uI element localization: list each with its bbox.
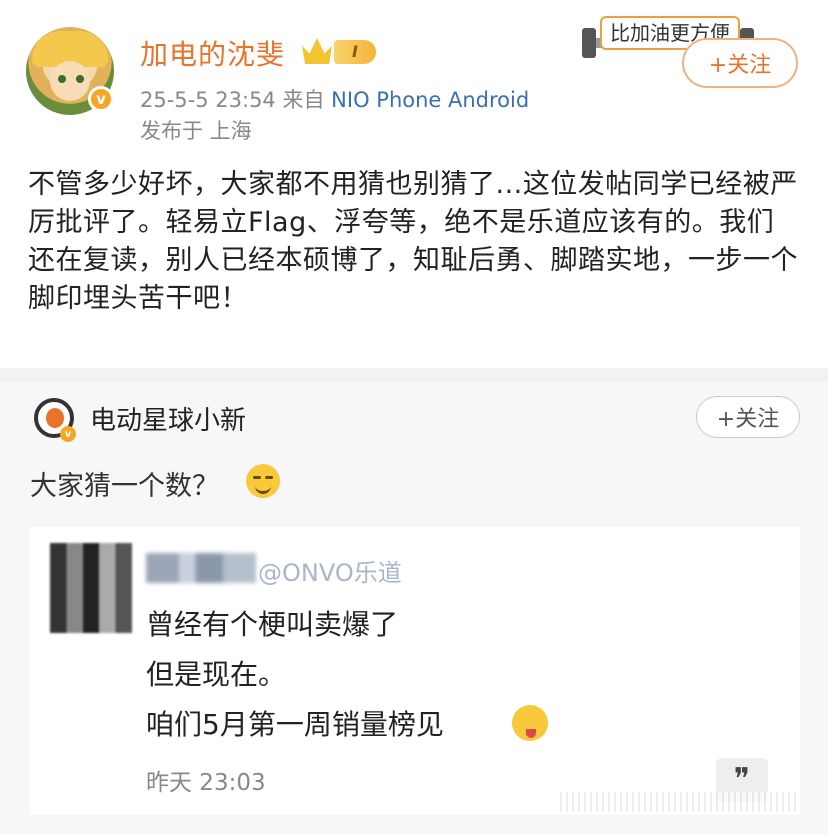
blurred-avatar — [50, 543, 132, 633]
repost-text: 大家猜一个数？ — [30, 471, 219, 502]
post-meta: 25-5-5 23:54 来自 NIO Phone Android — [140, 84, 529, 114]
post-body: 不管多少好坏，大家都不用猜也别猜了...这位发帖同学已经被严厉批评了。轻易立Fl… — [28, 169, 798, 314]
card-bottom-texture — [560, 792, 800, 812]
repost-follow-button[interactable]: +关注 — [696, 396, 800, 438]
emoji-mouth — [255, 484, 271, 494]
post-location: 发布于 上海 — [140, 119, 252, 143]
barbell-plate — [582, 28, 596, 58]
avatar-face — [50, 61, 90, 101]
source-prefix: 来自 — [282, 88, 325, 112]
username[interactable]: 加电的沈斐 — [140, 33, 285, 73]
card-line: 咱们5月第一周销量榜见 — [146, 708, 444, 741]
post-date: 25-5-5 23:54 — [140, 88, 276, 112]
card-timestamp: 昨天 23:03 — [146, 770, 266, 796]
avatar-mark — [46, 408, 64, 428]
emoji-tongue — [526, 729, 536, 738]
section-divider — [0, 368, 828, 382]
wink-emoji-icon — [512, 705, 548, 741]
avatar-eye — [76, 75, 84, 83]
avatar-eye — [58, 75, 66, 83]
follow-button[interactable]: +关注 — [682, 38, 798, 88]
verified-badge-icon: v — [60, 426, 76, 442]
post-source[interactable]: NIO Phone Android — [331, 88, 529, 112]
verified-badge-icon: v — [88, 86, 114, 112]
card-line: 曾经有个梗叫卖爆了 — [146, 608, 399, 641]
card-line: 但是现在。 — [146, 658, 287, 691]
blurred-username — [146, 553, 256, 583]
repost-username[interactable]: 电动星球小新 — [90, 400, 246, 437]
post-header: v 加电的沈斐 I 25-5-5 23:54 来自 NIO Phone Andr… — [0, 0, 828, 160]
vip-level-badge[interactable]: I — [334, 40, 376, 64]
card-message: 曾经有个梗叫卖爆了 但是现在。 咱们5月第一周销量榜见 — [146, 600, 444, 750]
crown-icon — [302, 38, 332, 64]
smile-emoji-icon — [246, 464, 280, 498]
emoji-eye — [253, 476, 261, 479]
emoji-eye — [265, 476, 273, 479]
mention-link[interactable]: @ONVO乐道 — [258, 553, 402, 588]
